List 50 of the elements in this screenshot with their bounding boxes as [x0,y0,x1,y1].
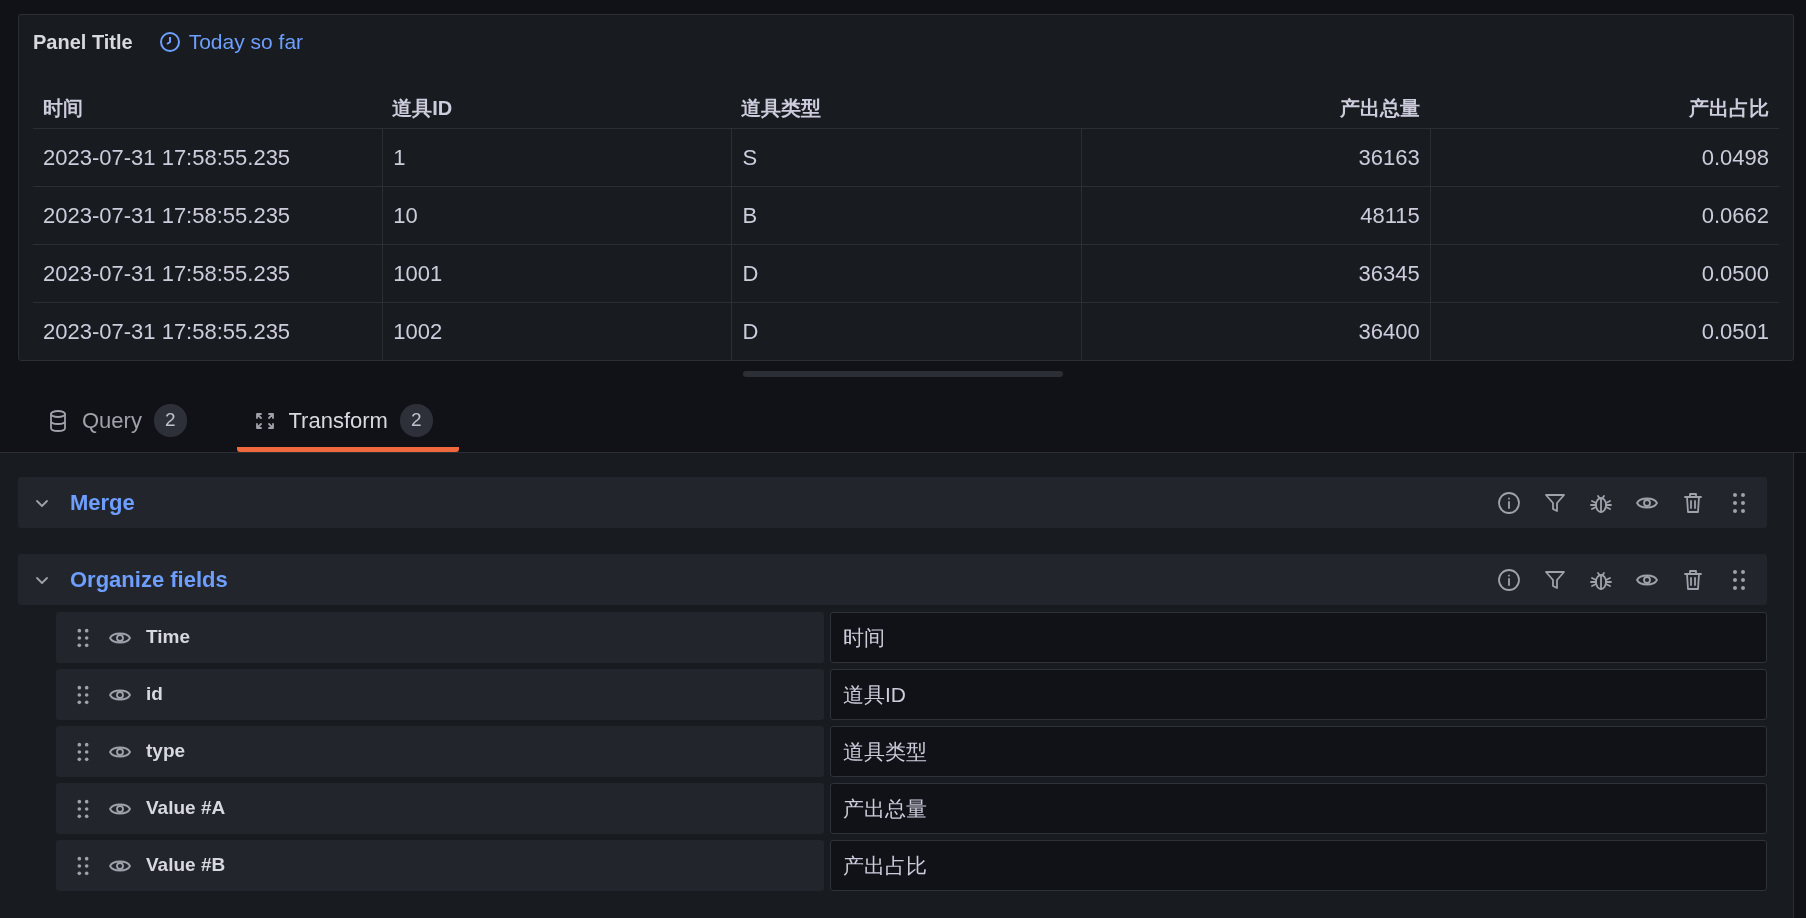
panel-title: Panel Title [33,30,133,55]
table-cell: 1 [382,129,732,187]
column-header[interactable]: 道具类型 [731,69,1081,129]
rename-field[interactable]: 产出占比 [830,840,1767,891]
table-cell: D [731,303,1081,360]
field-name: Value #B [146,853,226,878]
rename-field[interactable]: 道具ID [830,669,1767,720]
clock-icon [158,31,181,53]
info-icon[interactable] [1497,490,1521,515]
field-name: type [146,739,186,764]
table-cell: S [731,129,1081,187]
time-range[interactable]: Today so far [188,26,304,58]
transformation-name[interactable]: Organize fields [70,563,228,596]
table-cell: 2023-07-31 17:58:55.235 [33,245,383,303]
table-cell: 0.0498 [1429,129,1779,187]
column-header[interactable]: 道具ID [382,69,732,129]
table-cell: 1002 [382,303,732,360]
info-icon[interactable] [1497,567,1521,592]
rename-field[interactable]: 道具类型 [830,726,1767,777]
field-name: Time [146,625,190,650]
table-cell: 0.0662 [1429,187,1779,245]
table-cell: 2023-07-31 17:58:55.235 [33,187,383,245]
column-header[interactable]: 产出占比 [1429,69,1779,129]
count-badge: 2 [153,404,187,437]
tab[interactable]: Query 2 [30,404,213,452]
table-cell: 36345 [1080,245,1430,303]
table-cell: 36400 [1080,303,1430,360]
transformation-header[interactable]: Merge [18,477,1767,528]
resize-handle[interactable] [743,371,1063,377]
transformation-header[interactable]: Organize fields [18,554,1767,605]
trash-icon[interactable] [1681,567,1705,592]
table-cell: 2023-07-31 17:58:55.235 [33,129,383,187]
table-cell: 2023-07-31 17:58:55.235 [33,303,383,360]
table-cell: 0.0501 [1429,303,1779,360]
table-cell: 0.0500 [1429,245,1779,303]
count-badge: 2 [399,404,433,437]
table-cell: B [731,187,1081,245]
table-cell: 1001 [382,245,732,303]
table-cell: 48115 [1080,187,1430,245]
column-header[interactable]: 时间 [33,69,383,129]
field-name: id [146,682,163,707]
column-header[interactable]: 产出总量 [1080,69,1430,129]
table-cell: D [731,245,1081,303]
trash-icon[interactable] [1681,490,1705,515]
rename-field[interactable]: 时间 [830,612,1767,663]
table-cell: 36163 [1080,129,1430,187]
transformation-name[interactable]: Merge [70,486,135,519]
rename-field[interactable]: 产出总量 [830,783,1767,834]
field-name: Value #A [146,796,226,821]
table-cell: 10 [382,187,732,245]
